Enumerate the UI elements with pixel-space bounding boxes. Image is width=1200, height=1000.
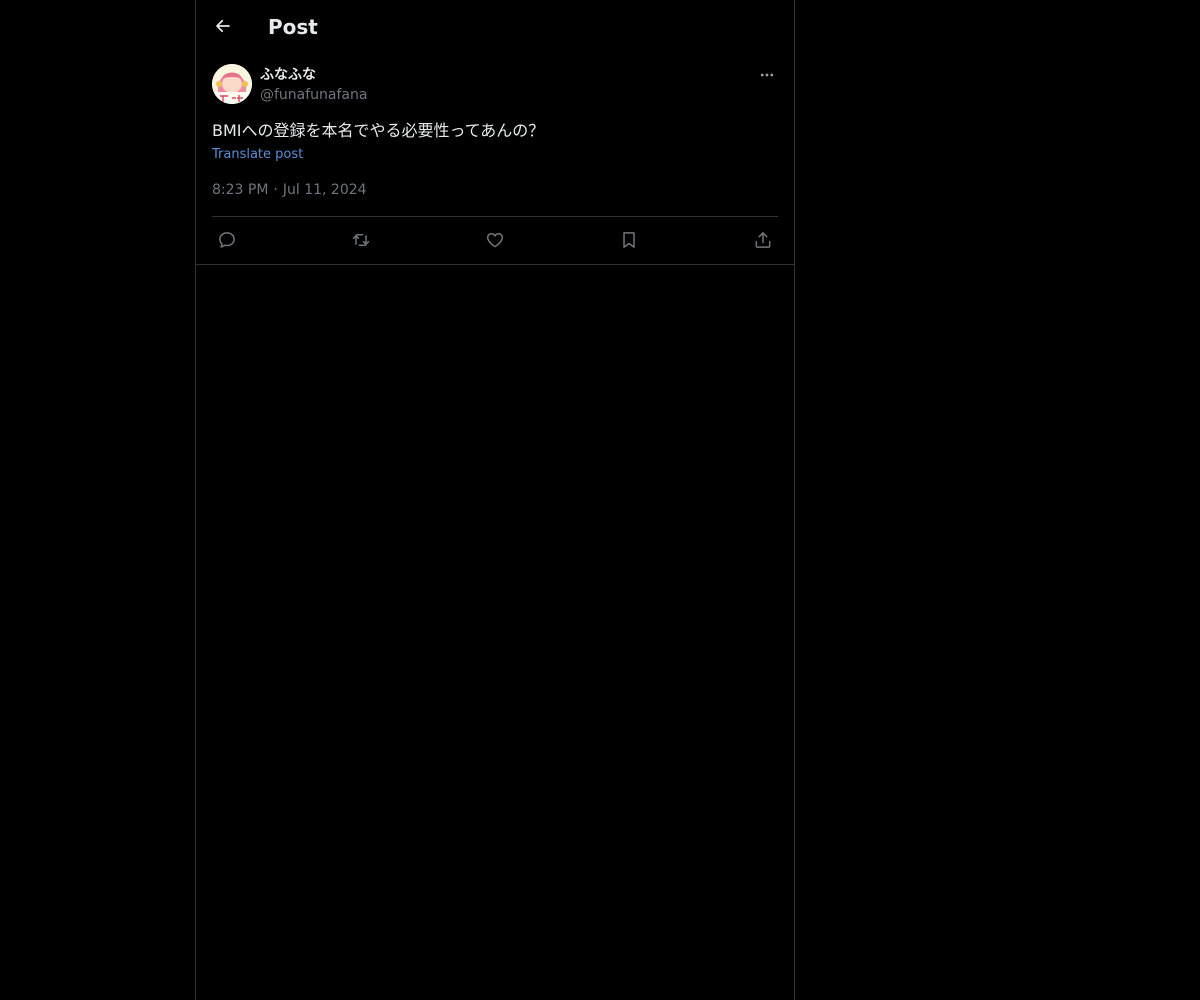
avatar[interactable] bbox=[212, 64, 252, 104]
share-icon bbox=[755, 232, 771, 248]
back-button[interactable] bbox=[206, 9, 240, 43]
more-button[interactable] bbox=[756, 64, 778, 86]
post-text: BMIへの登録を本名でやる必要性ってあんの？ bbox=[212, 121, 545, 140]
timestamp-separator: · bbox=[273, 182, 278, 198]
translate-post-link[interactable]: Translate post bbox=[212, 146, 303, 164]
post-timestamp: 8:23 PM · Jul 11, 2024 bbox=[212, 180, 367, 200]
author-names: ふなふな @funafunafana bbox=[260, 66, 367, 105]
arrow-left-icon bbox=[216, 19, 230, 33]
divider bbox=[212, 216, 778, 217]
reply-icon bbox=[219, 232, 235, 248]
bookmark-button[interactable] bbox=[614, 227, 644, 253]
post-date[interactable]: Jul 11, 2024 bbox=[283, 182, 367, 198]
page-title: Post bbox=[268, 15, 318, 39]
action-bar bbox=[212, 227, 778, 253]
main-column: Post ふなふな @funafunafana BMIへの登録を本名でやる必要性… bbox=[195, 0, 795, 1000]
share-button[interactable] bbox=[748, 227, 778, 253]
repost-button[interactable] bbox=[346, 227, 376, 253]
reply-button[interactable] bbox=[212, 227, 242, 253]
user-avatar bbox=[212, 64, 252, 104]
bookmark-icon bbox=[623, 232, 635, 248]
author-display-name[interactable]: ふなふな bbox=[260, 66, 367, 84]
repost-icon bbox=[352, 234, 370, 246]
like-button[interactable] bbox=[480, 227, 510, 253]
top-bar: Post bbox=[196, 0, 794, 53]
heart-icon bbox=[486, 233, 504, 248]
post-bottom-border bbox=[196, 264, 794, 265]
post-time[interactable]: 8:23 PM bbox=[212, 182, 268, 198]
author-handle[interactable]: @funafunafana bbox=[260, 85, 367, 105]
more-horizontal-icon bbox=[760, 73, 774, 77]
